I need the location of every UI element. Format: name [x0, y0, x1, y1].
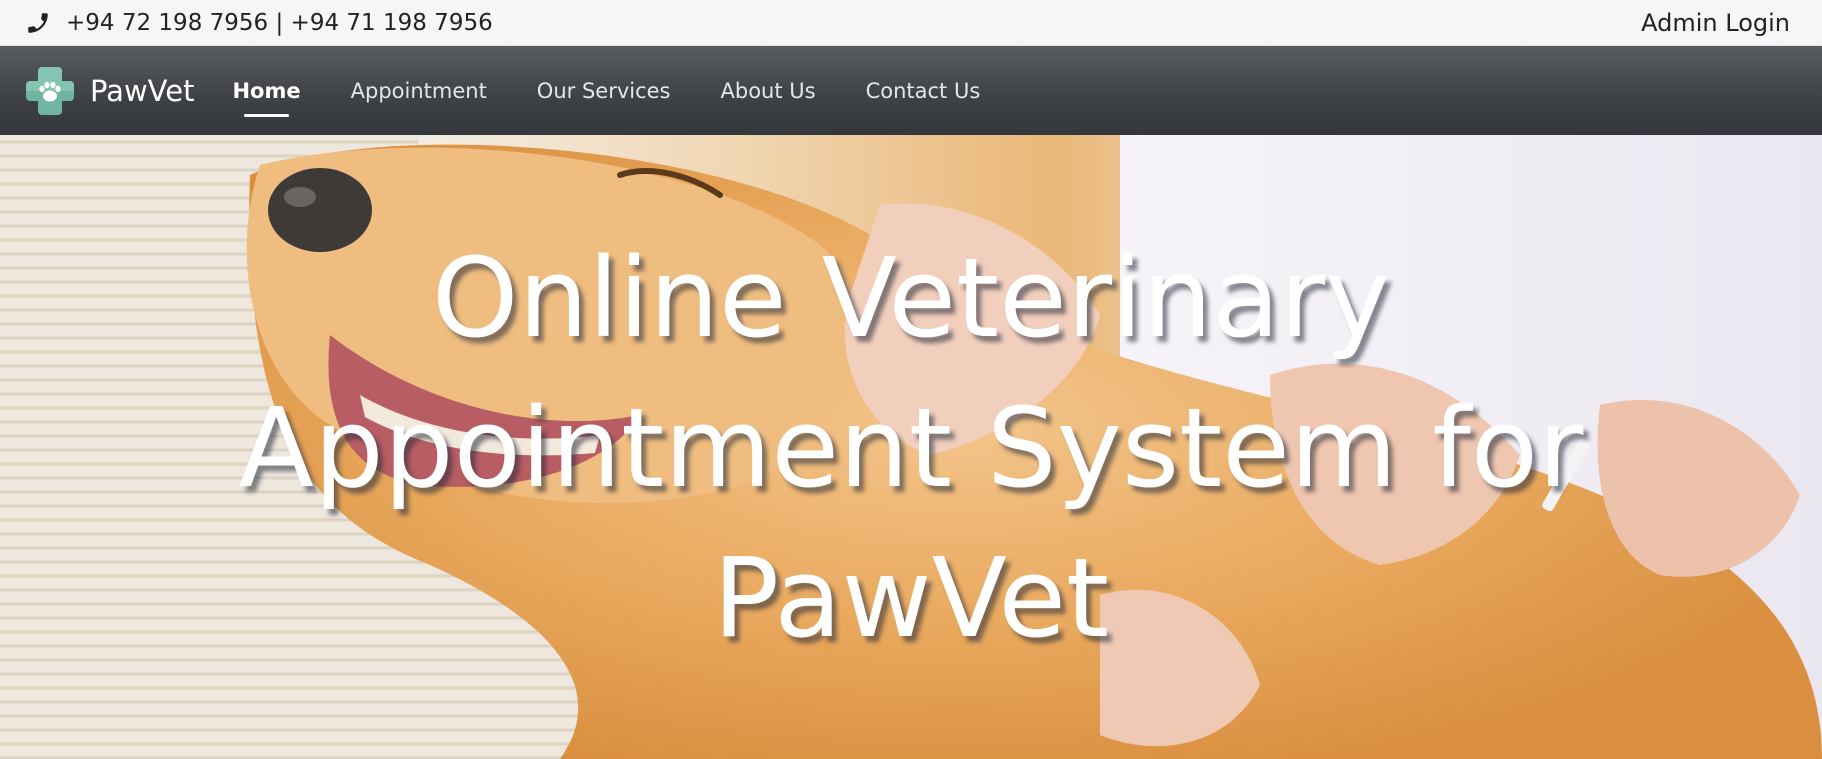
- nav-link-appointment[interactable]: Appointment: [351, 73, 487, 109]
- paw-cross-logo-icon: [26, 66, 74, 115]
- nav-link-contact-us[interactable]: Contact Us: [866, 73, 981, 109]
- brand-name: PawVet: [90, 73, 195, 108]
- top-contact-bar: +94 72 198 7956 | +94 71 198 7956 Admin …: [0, 0, 1822, 46]
- brand[interactable]: PawVet: [24, 65, 194, 117]
- phone-contact: +94 72 198 7956 | +94 71 198 7956: [24, 9, 493, 37]
- main-navbar: PawVet Home Appointment Our Services Abo…: [0, 46, 1822, 135]
- phone-numbers: +94 72 198 7956 | +94 71 198 7956: [66, 9, 493, 36]
- nav-link-home[interactable]: Home: [232, 73, 301, 117]
- nav-link-about-us[interactable]: About Us: [721, 73, 816, 109]
- hero-title: Online Veterinary Appointment System for…: [238, 234, 1584, 662]
- hero-banner: Online Veterinary Appointment System for…: [0, 135, 1822, 759]
- nav-link-our-services[interactable]: Our Services: [537, 73, 671, 109]
- phone-icon: [24, 9, 52, 37]
- nav-links: Home Appointment Our Services About Us C…: [232, 46, 980, 135]
- admin-login-link[interactable]: Admin Login: [1641, 9, 1790, 37]
